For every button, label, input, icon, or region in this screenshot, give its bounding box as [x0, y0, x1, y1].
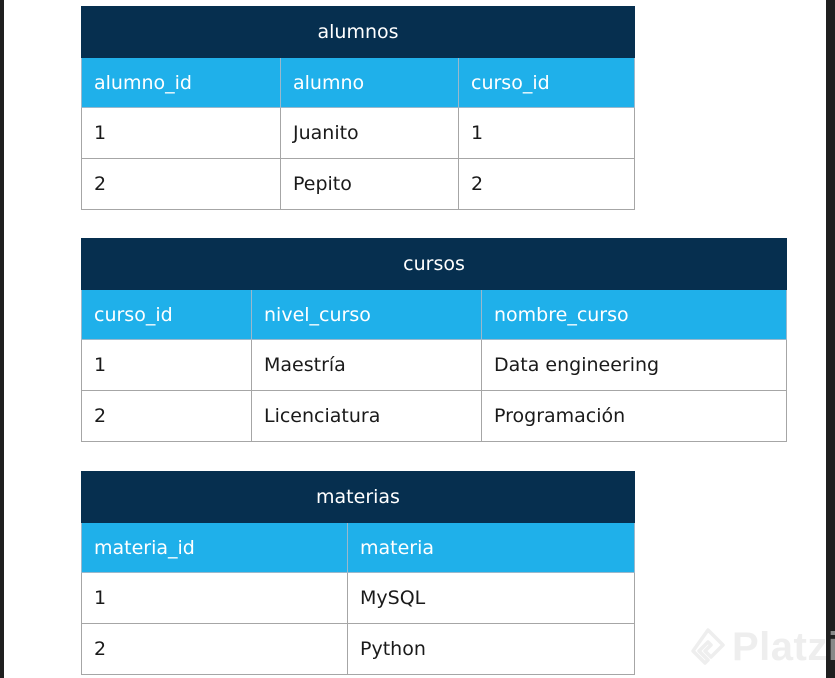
table-cell: Programación — [480, 390, 788, 442]
cursos-table: cursos curso_id nivel_curso nombre_curso… — [80, 238, 788, 442]
materias-table: materias materia_id materia 1 MySQL 2 Py… — [81, 471, 635, 675]
column-header: nombre_curso — [480, 289, 788, 340]
table-cell: MySQL — [347, 572, 635, 624]
table-cell: Data engineering — [480, 339, 788, 391]
platzi-logo-icon — [691, 628, 725, 665]
table-cell: 2 — [81, 390, 252, 442]
column-header: alumno_id — [81, 57, 281, 108]
column-header: materia — [347, 522, 635, 573]
table-cell: 2 — [457, 158, 636, 210]
table-cell: 1 — [81, 572, 348, 624]
table-cell: 2 — [81, 158, 281, 210]
table-row: 1 Juanito 1 — [81, 107, 636, 159]
table-cell: 1 — [81, 339, 252, 391]
table-row: 1 Maestría Data engineering — [81, 339, 788, 391]
table-cell: 1 — [81, 107, 281, 159]
column-header: curso_id — [457, 57, 636, 108]
table-cell: Python — [347, 623, 635, 675]
diagram-canvas: alumnos alumno_id alumno curso_id 1 Juan… — [4, 0, 835, 678]
table-row: 1 MySQL — [81, 572, 635, 624]
table-row: 2 Pepito 2 — [81, 158, 636, 210]
table-cell: 2 — [81, 623, 348, 675]
watermark-text: Platzi — [732, 624, 835, 669]
table-row: 2 Python — [81, 623, 635, 675]
table-title: materias — [81, 471, 635, 523]
table-cell: Pepito — [280, 158, 459, 210]
table-title: cursos — [80, 238, 788, 290]
table-cell: Juanito — [280, 107, 459, 159]
table-cell: Licenciatura — [251, 390, 482, 442]
table-title: alumnos — [80, 6, 636, 58]
platzi-watermark: Platzi — [690, 622, 835, 672]
table-cell: 1 — [457, 107, 636, 159]
column-header: curso_id — [81, 289, 252, 340]
column-header: materia_id — [81, 522, 348, 573]
column-header: alumno — [280, 57, 459, 108]
alumnos-table: alumnos alumno_id alumno curso_id 1 Juan… — [80, 6, 636, 210]
column-header: nivel_curso — [251, 289, 482, 340]
table-row: 2 Licenciatura Programación — [81, 390, 788, 442]
table-cell: Maestría — [251, 339, 482, 391]
